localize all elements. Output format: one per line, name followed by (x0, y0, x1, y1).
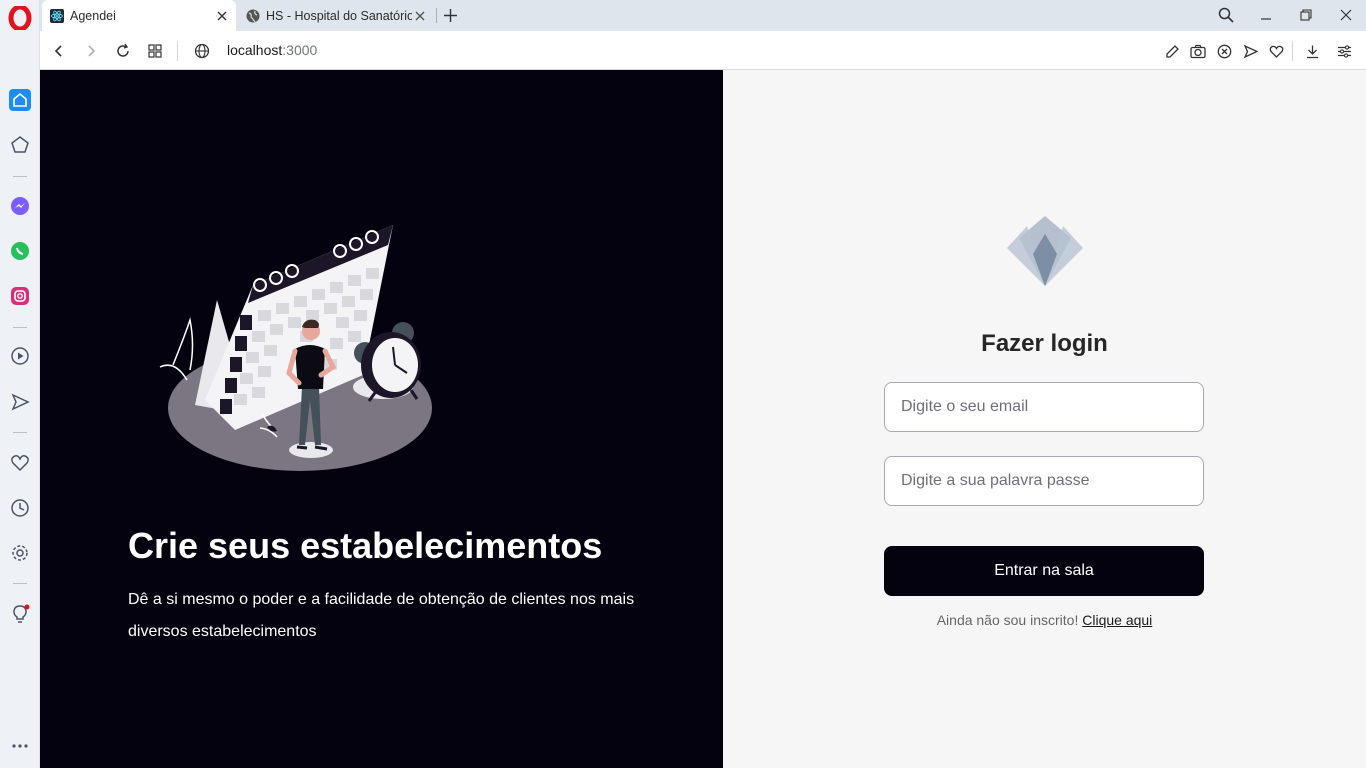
login-submit-button[interactable]: Entrar na sala (884, 546, 1204, 596)
restore-icon[interactable] (1294, 4, 1318, 26)
react-icon (50, 8, 64, 23)
forward-icon[interactable] (80, 40, 102, 62)
url-port: :3000 (282, 42, 318, 58)
login-panel: Fazer login Entrar na sala Ainda não sou… (723, 70, 1366, 768)
easy-setup-icon[interactable] (1334, 41, 1354, 61)
sidebar-divider (13, 176, 27, 177)
new-tab-icon[interactable] (438, 4, 462, 26)
send-icon[interactable] (9, 391, 31, 413)
edit-page-icon[interactable] (1162, 41, 1182, 61)
adblock-icon[interactable] (1214, 41, 1234, 61)
messenger-icon[interactable] (9, 195, 31, 217)
close-tab-icon[interactable] (412, 8, 428, 24)
calendar-illustration (155, 215, 445, 475)
reload-icon[interactable] (112, 40, 134, 62)
back-icon[interactable] (48, 40, 70, 62)
address-bar: localhost:3000 (40, 31, 1366, 70)
search-tabs-icon[interactable] (1214, 4, 1238, 26)
site-info-globe-icon[interactable] (191, 40, 213, 62)
toolbar-divider (177, 41, 178, 61)
settings-icon[interactable] (9, 542, 31, 564)
more-icon[interactable] (9, 735, 31, 757)
hero-panel: Crie seus estabelecimentos Dê a si mesmo… (40, 70, 723, 768)
tab-label: HS - Hospital do Sanatório (266, 8, 412, 23)
tab-label: Agendei (70, 8, 116, 23)
home-icon[interactable] (9, 89, 31, 111)
email-input[interactable] (884, 382, 1204, 432)
download-icon[interactable] (1302, 41, 1322, 61)
signup-prompt-text: Ainda não sou inscrito! (936, 612, 1079, 628)
tab-divider (436, 8, 437, 23)
whatsapp-icon[interactable] (9, 240, 31, 262)
sidebar-divider (13, 432, 27, 433)
history-icon[interactable] (9, 497, 31, 519)
page-content: Crie seus estabelecimentos Dê a si mesmo… (40, 70, 1366, 768)
heart-icon[interactable] (9, 452, 31, 474)
lightbulb-icon[interactable] (9, 603, 31, 625)
close-tab-icon[interactable] (214, 8, 230, 24)
tab-agendei[interactable]: Agendei (42, 0, 236, 31)
close-window-icon[interactable] (1334, 4, 1358, 26)
app-logo-icon (1005, 210, 1085, 290)
instagram-icon[interactable] (9, 285, 31, 307)
login-title: Fazer login (981, 330, 1108, 357)
toolbar-divider (1292, 41, 1293, 61)
sidebar-divider (13, 327, 27, 328)
tabs-grid-icon[interactable] (144, 40, 166, 62)
bookmark-heart-icon[interactable] (1266, 41, 1286, 61)
tab-bar: Agendei HS - Hospital do Sanatório (40, 0, 1366, 31)
url-field[interactable]: localhost:3000 (227, 42, 317, 58)
send-to-flow-icon[interactable] (1240, 41, 1260, 61)
url-host: localhost (227, 42, 283, 58)
minimize-icon[interactable] (1254, 4, 1278, 26)
opera-logo-icon[interactable] (8, 4, 32, 32)
tab-hospital[interactable]: HS - Hospital do Sanatório (238, 0, 434, 31)
signup-link[interactable]: Clique aqui (1082, 612, 1152, 628)
speed-dial-icon[interactable] (9, 134, 31, 156)
browser-sidebar (0, 0, 40, 768)
hero-title: Crie seus estabelecimentos (128, 525, 603, 566)
password-input[interactable] (884, 456, 1204, 506)
globe-icon (246, 9, 260, 23)
sidebar-divider (13, 583, 27, 584)
signup-prompt: Ainda não sou inscrito! Clique aqui (723, 612, 1366, 628)
player-icon[interactable] (9, 345, 31, 367)
camera-icon[interactable] (1188, 41, 1208, 61)
hero-description: Dê a si mesmo o poder e a facilidade de … (128, 591, 635, 640)
